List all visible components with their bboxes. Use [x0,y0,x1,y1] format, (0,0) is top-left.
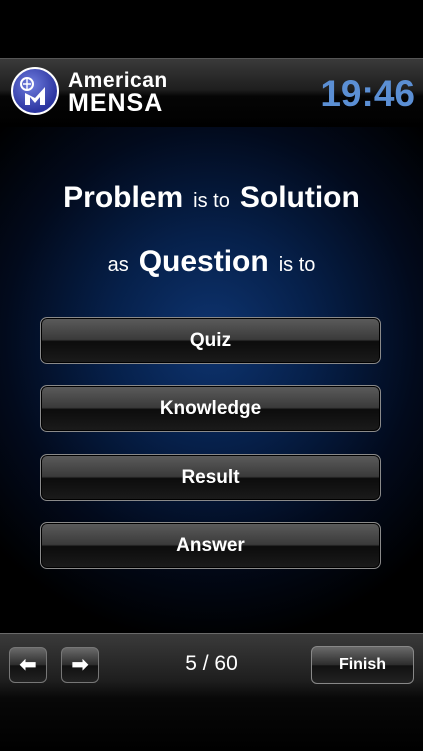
answer-button-answer[interactable]: Answer [40,522,381,569]
question-connector-1: is to [193,190,230,212]
question-word-1: Problem [63,181,184,214]
brand-name-bottom: MENSA [68,89,164,117]
mensa-logo-icon [11,67,59,115]
counter-separator: / [202,652,209,675]
question-connector-3: is to [278,254,316,276]
answer-button-knowledge[interactable]: Knowledge [40,385,381,432]
status-bar-area [0,0,423,58]
question-connector-2: as [107,254,129,276]
countdown-timer: 19:46 [320,73,415,114]
mensa-logo-mark [20,77,45,105]
total-questions: 60 [214,652,238,675]
question-line-1: Problem is to Solution [0,181,423,215]
answer-button-quiz[interactable]: Quiz [40,317,381,364]
question-word-3: Question [138,245,269,278]
finish-button[interactable]: Finish [311,646,414,684]
bottom-toolbar: ⬅ ➡ 5 / 60 Finish [0,633,423,751]
app-header: American MENSA 19:46 [0,58,423,128]
question-word-2: Solution [239,181,360,214]
question-area: Problem is to Solution as Question is to Qui… [0,127,423,633]
question-line-2: as Question is to [0,245,423,279]
current-question-number: 5 [185,652,197,675]
answer-button-result[interactable]: Result [40,454,381,501]
